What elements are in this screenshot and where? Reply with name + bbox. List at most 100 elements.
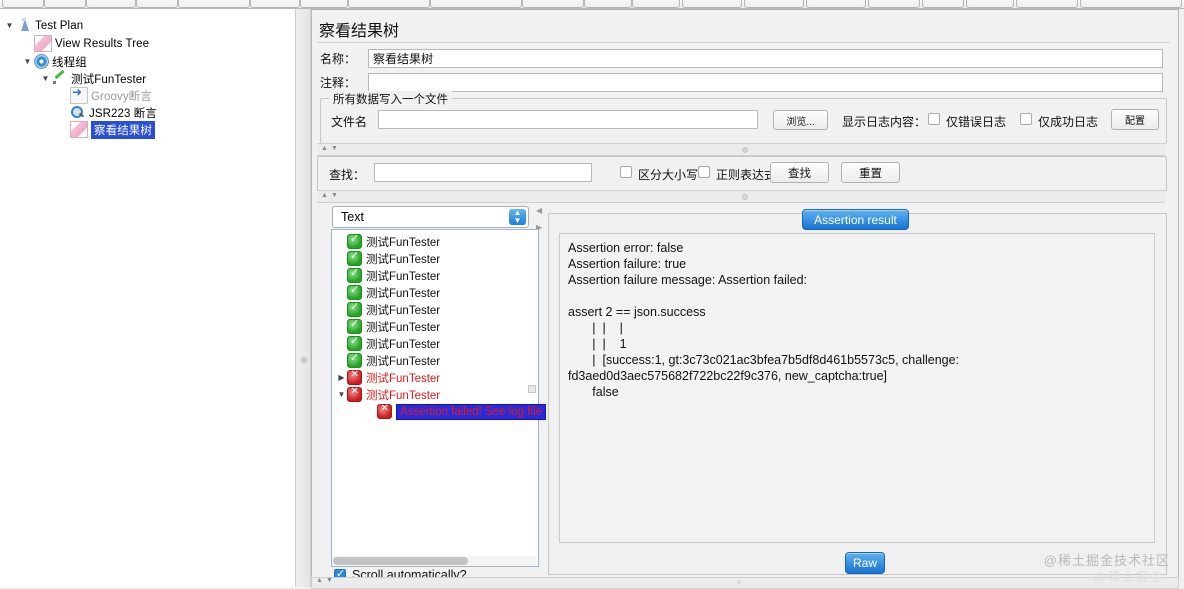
toolbar-button[interactable] [682,0,742,8]
name-row: 名称： 察看结果树 [320,49,1168,68]
collapse-down-icon[interactable]: ▼ [331,145,338,152]
failure-badge-icon [377,403,392,419]
result-row-selected[interactable]: Assertion failed! See log file [366,403,546,420]
tree-node-label: Test Plan [35,19,84,32]
success-only-checkbox[interactable] [1020,113,1032,125]
toolbar-button[interactable] [178,0,250,8]
collapse-up-icon[interactable]: ▲ [321,192,328,199]
toolbar-button[interactable] [430,0,522,8]
assertion-result-text: Assertion error: false Assertion failure… [559,233,1155,543]
toolbar-button[interactable] [2,0,44,8]
toolbar-button[interactable] [868,0,920,8]
tree-node-funtester[interactable]: ▼ 测试FunTester [40,70,147,87]
render-selector[interactable]: Text ▲ ▼ [332,206,529,228]
bottom-mini-toolbar[interactable]: ▲ ▼ [311,577,1179,589]
toolbar-button[interactable] [1016,0,1078,8]
regex-checkbox[interactable] [698,166,710,178]
tree-node-test-plan[interactable]: ▼ Test Plan [4,17,83,34]
toolbar-knob-icon[interactable] [737,580,741,584]
filename-input[interactable] [378,110,758,129]
collapse-down-icon[interactable]: ▼ [326,577,333,584]
collapse-up-icon[interactable]: ▲ [316,577,323,584]
toolbar-button[interactable] [348,0,430,8]
tree-node-label: Groovy断言 [91,90,152,103]
toolbar-strip [0,0,1184,9]
regex-label: 正则表达式 [716,168,777,182]
success-badge-icon [347,232,362,249]
result-label: Assertion failed! See log file [396,403,546,420]
toolbar-button[interactable] [806,0,866,8]
result-row[interactable]: 测试FunTester [336,300,440,318]
configure-button[interactable]: 配置 [1111,109,1159,130]
splitter-left-arrow-icon[interactable]: ◀ [536,206,542,215]
list-resize-knob-icon[interactable] [528,385,536,393]
toolbar-button[interactable] [744,0,804,8]
result-row[interactable]: 测试FunTester [336,317,440,335]
result-row[interactable]: ▼ 测试FunTester [336,386,440,403]
test-plan-tree[interactable]: ▼ Test Plan View Results Tree ▼ 线程组 ▼ 测试… [0,9,295,587]
toolbar-button[interactable] [522,0,584,8]
result-row[interactable]: 测试FunTester [336,351,441,369]
tab-assertion-result[interactable]: Assertion result [802,209,909,230]
comment-input[interactable] [368,73,1163,92]
search-input[interactable] [374,163,592,182]
chart-icon [34,35,52,52]
raw-button[interactable]: Raw [845,552,885,574]
twisty-icon[interactable]: ▼ [22,57,33,66]
toolbar-button[interactable] [584,0,632,8]
twisty-icon[interactable]: ▼ [336,390,347,399]
mini-toolbar-top[interactable]: ▲ ▼ [317,143,1165,156]
tree-node-label: JSR223 断言 [89,107,158,120]
case-sensitive-checkbox[interactable] [620,166,632,178]
twisty-icon[interactable]: ▼ [40,74,51,83]
find-button[interactable]: 查找 [770,162,829,183]
chevron-updown-icon[interactable]: ▲ ▼ [509,209,526,225]
success-badge-icon [347,249,362,266]
result-row[interactable]: 测试FunTester [336,283,441,301]
toolbar-button[interactable] [300,0,348,8]
errors-only-checkbox[interactable] [928,113,940,125]
toolbar-knob-icon[interactable] [742,194,748,200]
case-sensitive-label: 区分大小写 [638,168,699,182]
name-input[interactable]: 察看结果树 [368,49,1163,68]
result-label: 测试FunTester [366,270,441,283]
collapse-down-icon[interactable]: ▼ [331,192,338,199]
vertical-splitter[interactable] [295,9,311,587]
tree-node-label: View Results Tree [55,37,150,50]
toolbar-knob-icon[interactable] [742,147,748,153]
toolbar-button[interactable] [44,0,86,8]
tree-node-jsr223-assertion[interactable]: JSR223 断言 [58,104,157,121]
collapse-up-icon[interactable]: ▲ [321,145,328,152]
results-list[interactable]: 测试FunTester 测试FunTester 测试FunTester 测试Fu… [331,229,546,567]
toolbar-button[interactable] [136,0,178,8]
arrow-icon [70,85,88,104]
result-label: 测试FunTester [366,355,441,368]
results-list-hscrollbar[interactable] [332,556,536,566]
result-row[interactable]: 测试FunTester [336,249,440,267]
success-badge-icon [347,300,362,317]
splitter-handle-icon[interactable] [301,357,307,363]
result-row[interactable]: 测试FunTester [336,334,440,352]
browse-button[interactable]: 浏览... [773,110,828,130]
twisty-icon[interactable]: ▼ [4,21,15,30]
toolbar-button[interactable] [86,0,136,8]
tree-node-thread-group[interactable]: ▼ 线程组 [22,53,87,70]
flask-icon [16,18,32,33]
tree-node-view-results-tree[interactable]: View Results Tree [22,35,149,52]
toolbar-button[interactable] [1080,0,1182,8]
result-row[interactable]: 测试FunTester [336,232,440,250]
tree-node-view-results-tree-selected[interactable]: 察看结果树 [58,120,155,139]
reset-button[interactable]: 重置 [841,162,900,183]
toolbar-button[interactable] [632,0,680,8]
mini-toolbar-bottom[interactable]: ▲ ▼ [317,190,1165,203]
toolbar-button[interactable] [966,0,1014,8]
scrollbar-thumb[interactable] [333,557,468,565]
tree-node-groovy-assertion[interactable]: Groovy断言 [58,85,152,104]
success-badge-icon [347,317,362,334]
result-row[interactable]: ▶ 测试FunTester [336,369,440,386]
twisty-icon[interactable]: ▶ [336,373,347,382]
toolbar-button[interactable] [250,0,300,8]
result-row[interactable]: 测试FunTester [336,266,441,284]
toolbar-button[interactable] [922,0,964,8]
result-label: 测试FunTester [366,287,441,300]
